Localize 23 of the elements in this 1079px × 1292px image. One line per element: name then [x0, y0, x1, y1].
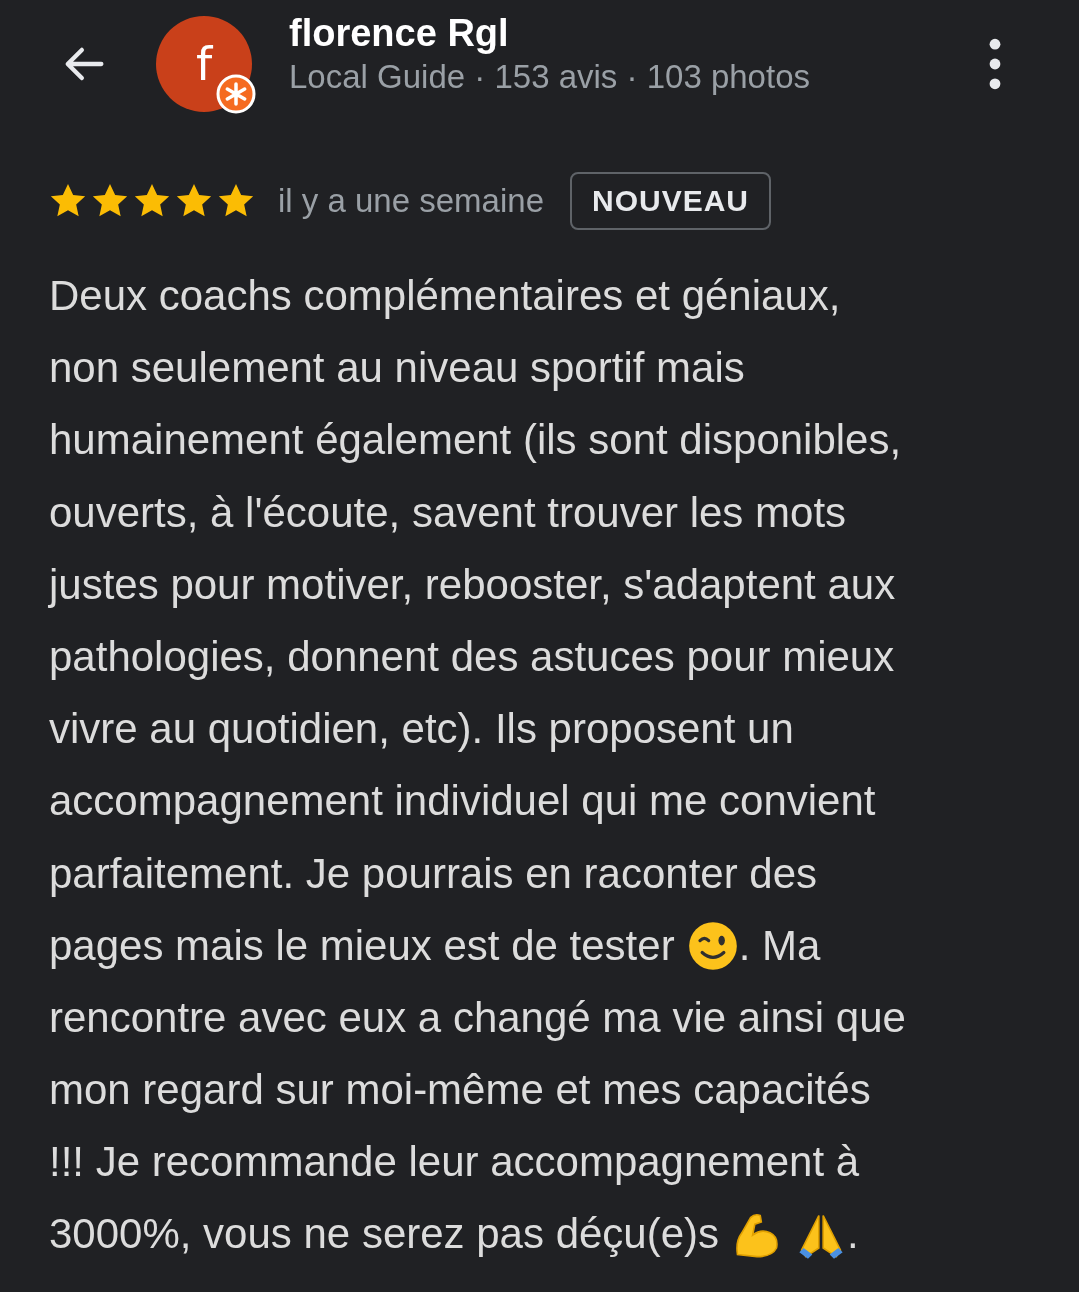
review-text: rencontre avec eux a changé ma vie ainsi que: [49, 992, 906, 1043]
review-text: .: [847, 1209, 859, 1260]
review-text: pathologies, donnent des astuces pour mieux: [49, 631, 895, 682]
review-text: parfaitement. Je pourrais en raconter des: [49, 848, 818, 899]
review-text: humainement également (ils sont disponibles,: [49, 415, 902, 466]
review-text: mon regard sur moi-même et mes capacités: [49, 1065, 871, 1116]
review-text: accompagnement individuel qui me convient: [49, 776, 876, 827]
avatar-letter: f: [195, 41, 213, 87]
review-text: 3000%, vous ne serez pas déçu(e)s: [49, 1209, 720, 1260]
review-text: Deux coachs complémentaires et géniaux,: [49, 271, 841, 321]
review-text: !!! Je recommande leur accompagnement à: [49, 1137, 860, 1188]
reviewer-stats: Local Guide · 153 avis · 103 photos: [289, 57, 810, 97]
winking-face-icon: [686, 919, 739, 972]
review-text: justes pour motiver, rebooster, s'adaptent aux: [49, 559, 896, 610]
new-badge: NOUVEAU: [570, 172, 771, 230]
review-text: ouverts, à l'écoute, savent trouver les mots: [49, 487, 847, 538]
reviewer-name[interactable]: florence Rgl: [289, 11, 509, 55]
local-guide-badge-icon: [216, 74, 256, 114]
review-time: il y a une semaine: [278, 182, 544, 220]
review-text: vivre au quotidien, etc). Ils proposent un: [49, 704, 794, 755]
review-text: non seulement au niveau sportif mais: [49, 343, 745, 394]
review-text: pages mais le mieux est de tester: [49, 920, 675, 971]
review-text: . Ma: [738, 920, 821, 971]
